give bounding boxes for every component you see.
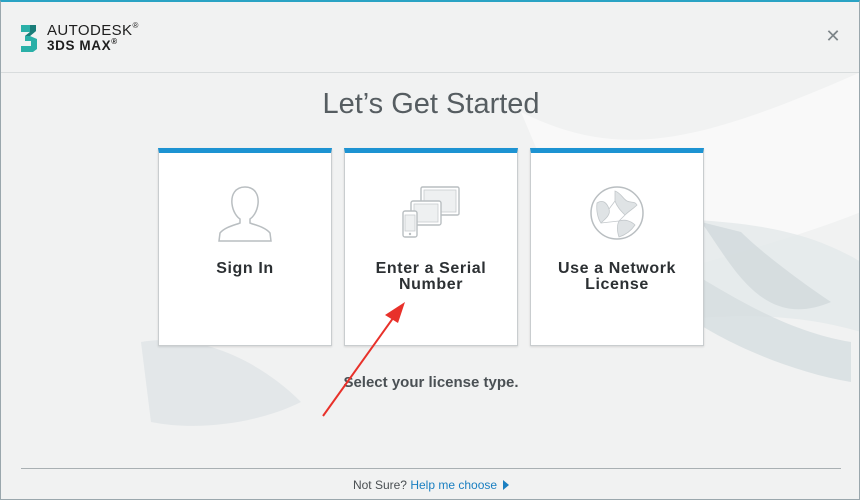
network-license-card[interactable]: Use a Network License bbox=[530, 148, 704, 346]
devices-icon bbox=[402, 186, 460, 238]
sign-in-card[interactable]: Sign In bbox=[158, 148, 332, 346]
serial-number-label: Enter a Serial Number bbox=[375, 260, 487, 293]
dialog-header: AUTODESK® 3DS MAX® ✕ bbox=[1, 2, 859, 73]
footer-divider bbox=[21, 468, 841, 469]
play-arrow-icon bbox=[503, 480, 510, 490]
not-sure-text: Not Sure? bbox=[352, 478, 407, 492]
license-options: Sign In Enter a Serial Number Use a Netw… bbox=[158, 148, 706, 348]
instruction-text: Select your license type. bbox=[343, 374, 519, 391]
page-title: Let’s Get Started bbox=[322, 88, 540, 120]
sign-in-label: Sign In bbox=[216, 260, 274, 277]
license-dialog: AUTODESK® 3DS MAX® ✕ Let’s Get Started S… bbox=[0, 0, 860, 500]
logo-3-icon bbox=[21, 25, 37, 52]
autodesk-3ds-max-logo: AUTODESK® 3DS MAX® bbox=[15, 19, 138, 59]
person-icon bbox=[218, 186, 272, 242]
serial-number-card[interactable]: Enter a Serial Number bbox=[344, 148, 518, 346]
footer: Not Sure? Help me choose bbox=[1, 478, 859, 492]
help-me-choose-link[interactable]: Help me choose bbox=[410, 478, 510, 492]
product-name: 3DS MAX® bbox=[47, 37, 118, 53]
network-license-label: Use a Network License bbox=[557, 260, 677, 293]
brand-name: AUTODESK® bbox=[47, 21, 139, 39]
globe-icon bbox=[590, 186, 644, 240]
close-icon[interactable]: ✕ bbox=[825, 27, 841, 45]
